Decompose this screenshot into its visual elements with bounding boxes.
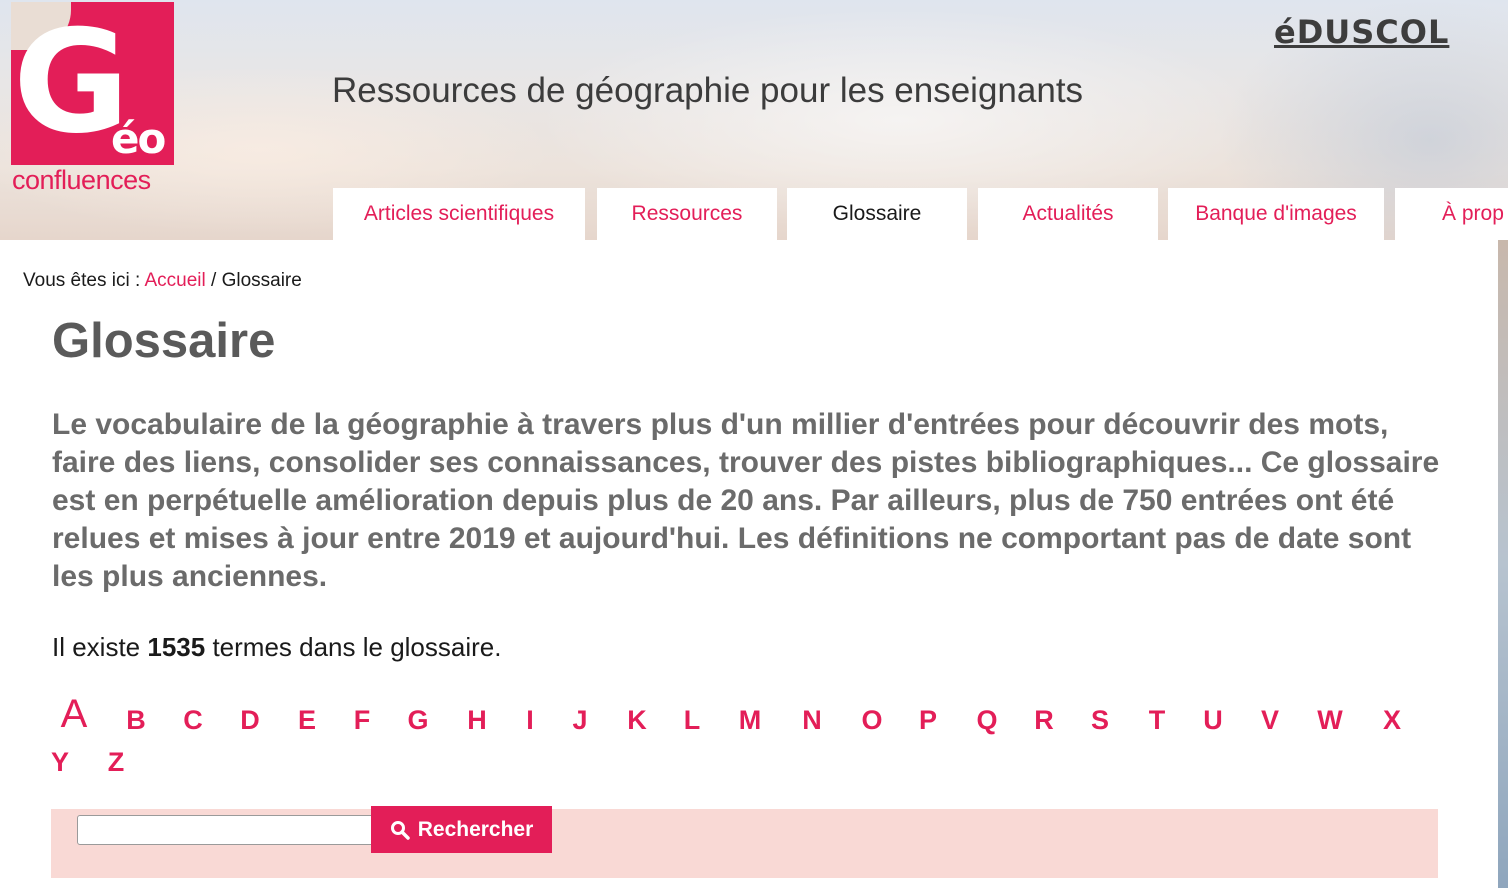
letter-link-t[interactable]: T (1143, 700, 1171, 740)
letter-link-x[interactable]: X (1378, 700, 1406, 740)
letter-link-h[interactable]: H (463, 700, 491, 740)
search-input[interactable] (77, 815, 377, 845)
letter-link-o[interactable]: O (858, 700, 886, 740)
letter-link-k[interactable]: K (623, 700, 651, 740)
nav-tab-banque-images[interactable]: Banque d'images (1168, 188, 1384, 240)
intro-paragraph: Le vocabulaire de la géographie à traver… (52, 408, 1440, 593)
letter-link-l[interactable]: L (678, 700, 706, 740)
letter-link-g[interactable]: G (404, 700, 432, 740)
letter-link-r[interactable]: R (1030, 700, 1058, 740)
letter-link-a[interactable]: A (60, 694, 88, 734)
site-header: G éo confluences Ressources de géographi… (0, 0, 1508, 240)
breadcrumb: Vous êtes ici : Accueil / Glossaire (23, 268, 302, 294)
search-button-label: Rechercher (417, 817, 534, 841)
letter-link-s[interactable]: S (1086, 700, 1114, 740)
logo-mark: G éo (11, 2, 174, 165)
alphabet-index: ABCDEFGHIJKLMNOPQRSTUVWXYZ (51, 690, 1452, 782)
term-count-suffix: termes dans le glossaire. (205, 632, 502, 662)
logo-letter: G (13, 0, 130, 165)
breadcrumb-separator: / (205, 270, 222, 291)
term-count-number: 1535 (147, 632, 206, 662)
letter-link-f[interactable]: F (348, 700, 376, 740)
letter-link-i[interactable]: I (516, 700, 544, 740)
letter-link-m[interactable]: M (736, 700, 764, 740)
letter-link-d[interactable]: D (236, 700, 264, 740)
page-title: Glossaire (52, 314, 276, 368)
letter-link-q[interactable]: Q (973, 700, 1001, 740)
background-image-edge (1498, 240, 1508, 888)
breadcrumb-prefix: Vous êtes ici : (23, 270, 145, 291)
letter-link-e[interactable]: E (293, 700, 321, 740)
logo-wordmark: confluences (12, 165, 151, 195)
logo-accent: éo (111, 114, 166, 163)
nav-tab-articles-scientifiques[interactable]: Articles scientifiques (333, 188, 585, 240)
letter-link-j[interactable]: J (566, 700, 594, 740)
site-tagline: Ressources de géographie pour les enseig… (332, 71, 1084, 110)
nav-tab-ressources[interactable]: Ressources (597, 188, 777, 240)
term-count: Il existe 1535 termes dans le glossaire. (52, 630, 501, 664)
nav-tab-a-propos[interactable]: À prop (1395, 188, 1508, 240)
letter-link-w[interactable]: W (1316, 700, 1344, 740)
search-icon (390, 820, 410, 840)
breadcrumb-current: Glossaire (221, 270, 302, 291)
letter-link-z[interactable]: Z (102, 742, 130, 782)
letter-link-v[interactable]: V (1256, 700, 1284, 740)
letter-link-c[interactable]: C (179, 700, 207, 740)
letter-link-u[interactable]: U (1199, 700, 1227, 740)
nav-tab-glossaire[interactable]: Glossaire (787, 188, 967, 240)
nav-tab-actualites[interactable]: Actualités (978, 188, 1158, 240)
breadcrumb-home-link[interactable]: Accueil (144, 270, 205, 291)
term-count-prefix: Il existe (52, 632, 148, 662)
letter-link-n[interactable]: N (798, 700, 826, 740)
letter-link-b[interactable]: B (122, 700, 150, 740)
search-button[interactable]: Rechercher (371, 806, 552, 853)
letter-link-y[interactable]: Y (46, 742, 74, 782)
eduscol-logo[interactable]: éDUSCOL (1274, 12, 1449, 52)
letter-link-p[interactable]: P (914, 700, 942, 740)
